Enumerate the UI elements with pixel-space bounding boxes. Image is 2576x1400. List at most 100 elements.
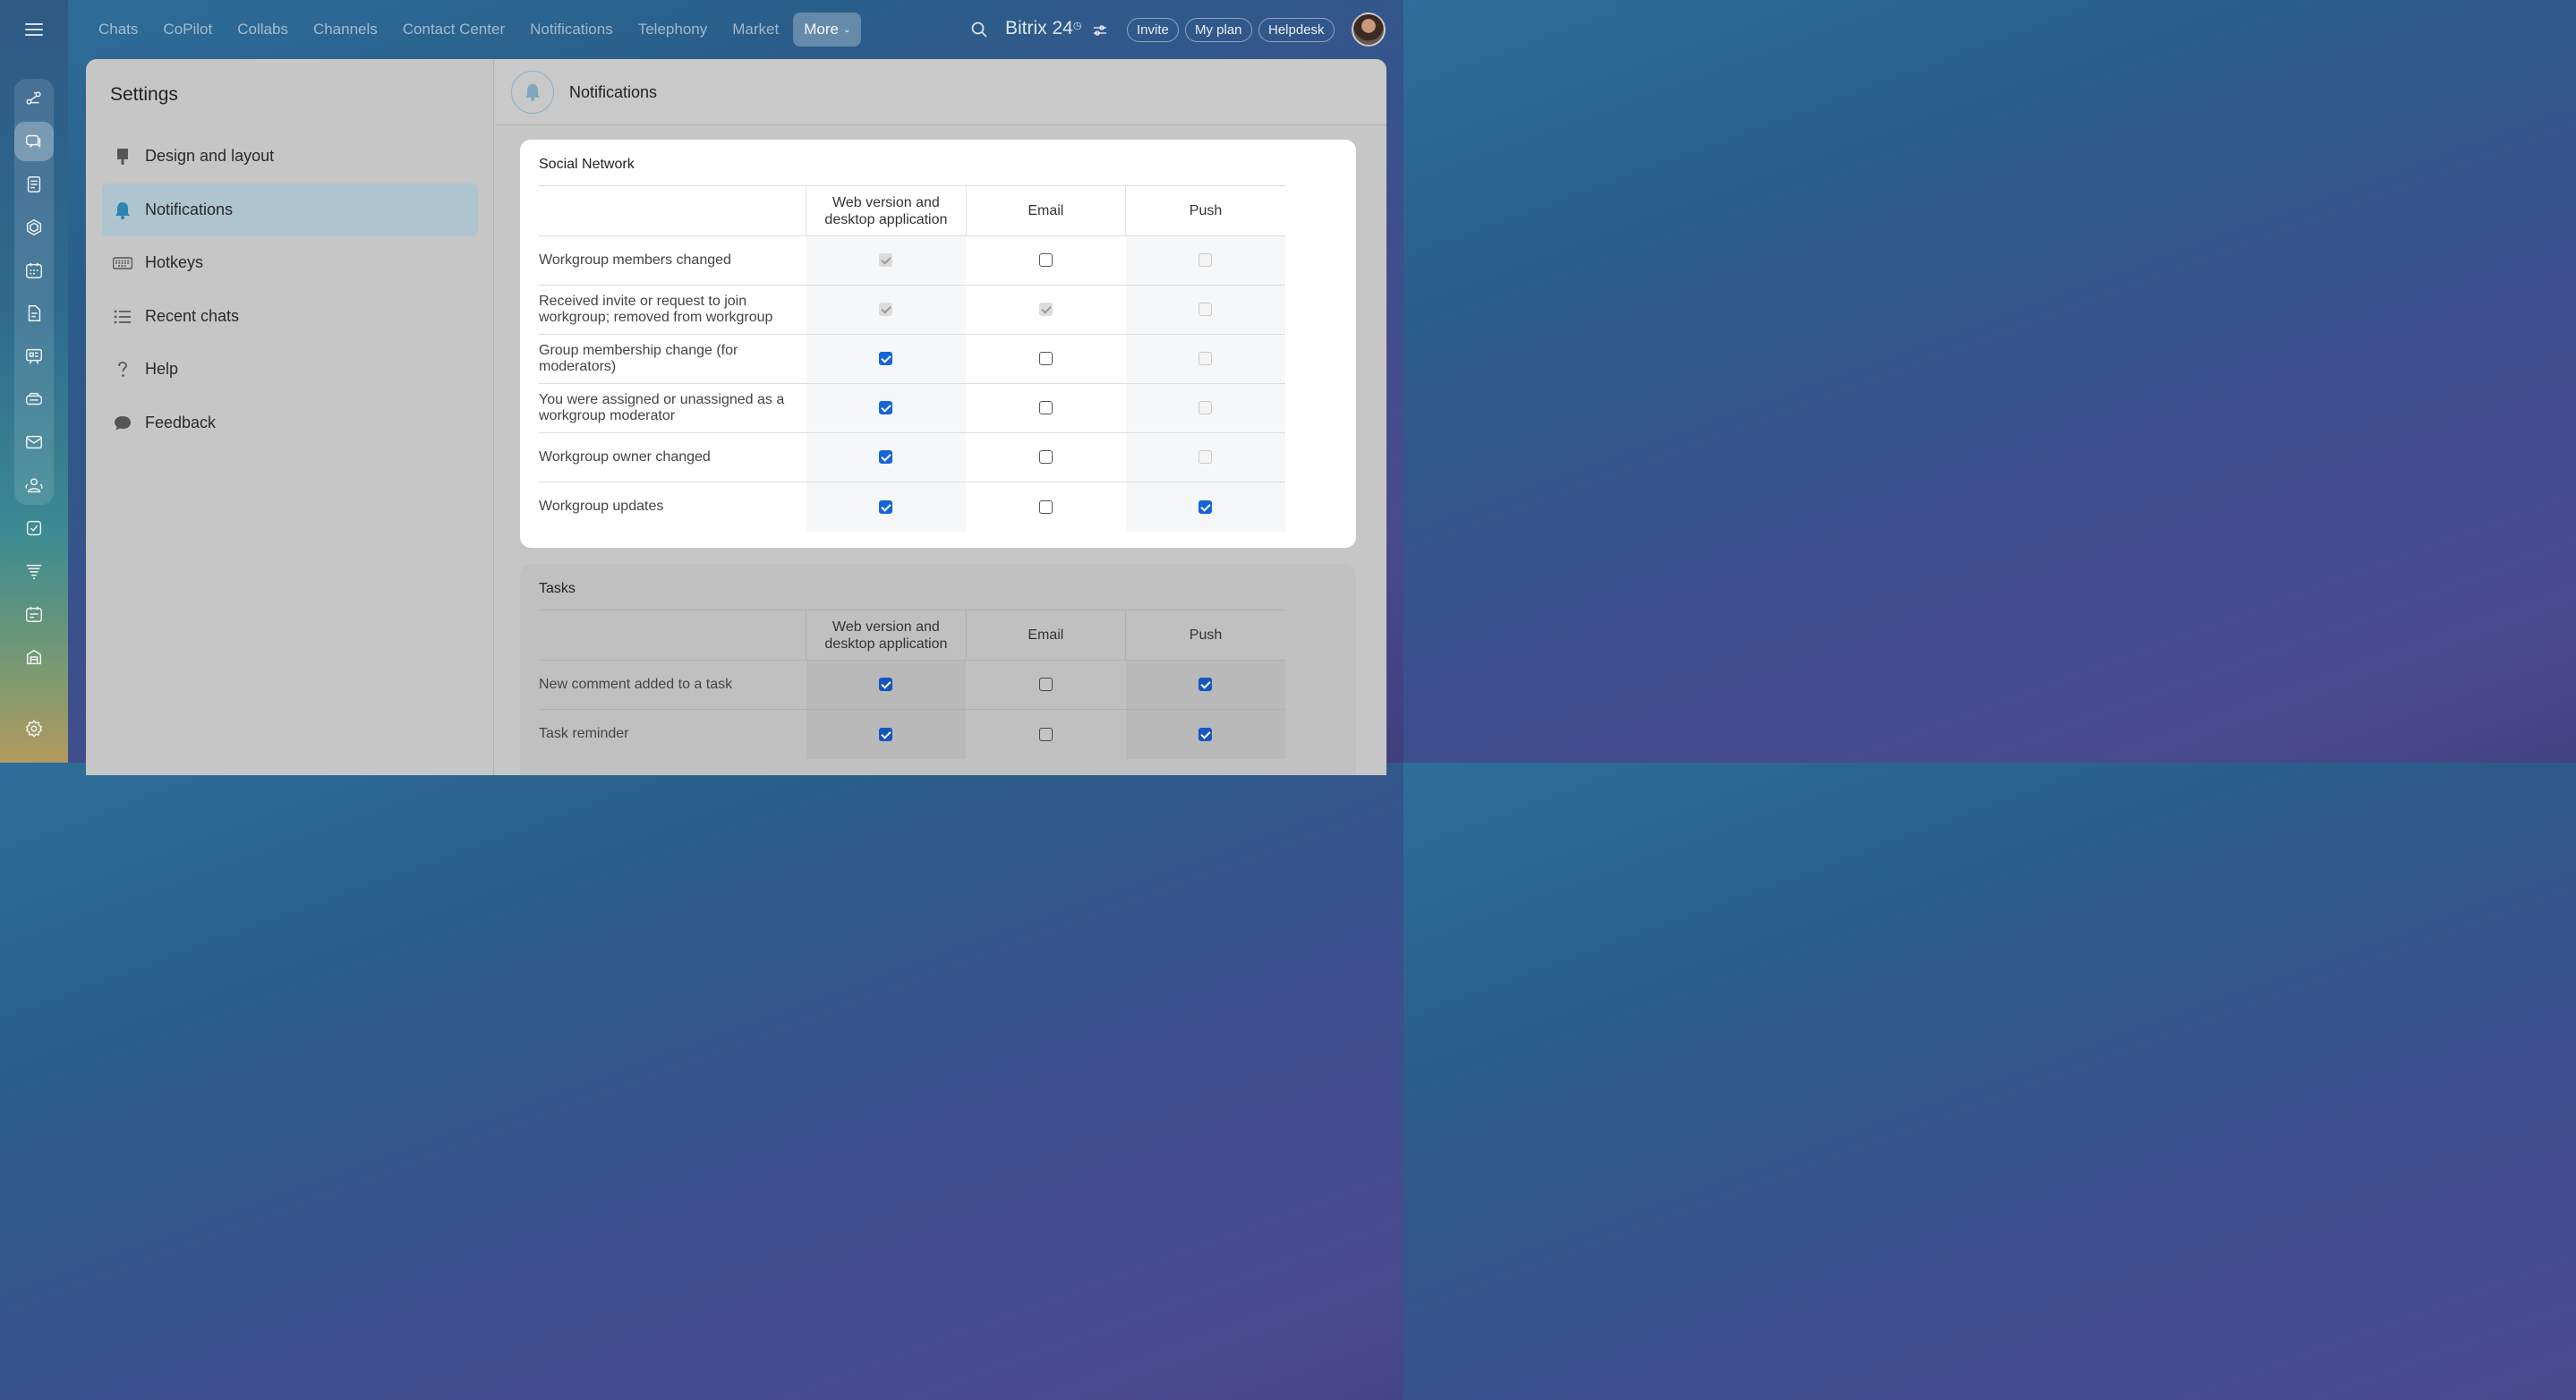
settings-sidebar: Settings Design and layout Notifications… xyxy=(86,59,494,775)
helpdesk-button[interactable]: Helpdesk xyxy=(1258,18,1335,42)
row-label: Group membership change (for moderators) xyxy=(539,334,806,384)
page-title: Notifications xyxy=(569,83,658,101)
web-checkbox[interactable] xyxy=(879,450,893,465)
tab-collabs[interactable]: Collabs xyxy=(225,13,301,47)
push-cell xyxy=(1125,709,1285,759)
sidebar-item-help[interactable]: Help xyxy=(102,343,478,396)
copilot-rail-icon[interactable] xyxy=(14,79,54,118)
crm-rail-icon[interactable] xyxy=(14,551,54,591)
brush-icon xyxy=(113,147,132,166)
sidebar-item-feedback[interactable]: Feedback xyxy=(102,397,478,449)
push-checkbox[interactable] xyxy=(1198,727,1213,741)
bell-icon xyxy=(113,201,132,220)
column-header-email: Email xyxy=(965,610,1126,661)
push-checkbox[interactable] xyxy=(1198,499,1213,514)
table-row: You were assigned or unassigned as a wor… xyxy=(539,383,1285,433)
my-plan-button[interactable]: My plan xyxy=(1185,18,1252,42)
column-header-push: Push xyxy=(1125,185,1285,236)
column-header-email: Email xyxy=(965,185,1126,236)
email-checkbox[interactable] xyxy=(1038,450,1053,465)
push-cell xyxy=(1125,383,1285,433)
email-checkbox[interactable] xyxy=(1038,352,1053,366)
question-icon xyxy=(113,360,132,380)
email-checkbox[interactable] xyxy=(1038,253,1053,268)
web-cell xyxy=(806,432,967,482)
documents-rail-icon[interactable] xyxy=(14,294,54,333)
web-cell xyxy=(806,285,967,335)
employees-rail-icon[interactable] xyxy=(14,465,54,505)
email-checkbox[interactable] xyxy=(1038,678,1053,692)
booking-rail-icon[interactable] xyxy=(14,594,54,634)
web-checkbox[interactable] xyxy=(879,727,893,741)
web-cell xyxy=(806,709,967,759)
table-row: Group membership change (for moderators) xyxy=(539,334,1285,384)
sliders-icon[interactable] xyxy=(1093,23,1107,38)
sidebar-item-notifications[interactable]: Notifications xyxy=(102,184,478,236)
push-cell xyxy=(1125,482,1285,532)
table-row: Received invite or request to join workg… xyxy=(539,285,1285,335)
hamburger-menu-icon[interactable] xyxy=(25,23,43,36)
inventory-rail-icon[interactable] xyxy=(14,637,54,677)
tasks-rail-icon[interactable] xyxy=(14,508,54,548)
tab-notifications[interactable]: Notifications xyxy=(517,13,626,47)
tab-copilot[interactable]: CoPilot xyxy=(150,13,225,47)
social-network-section: Social Network Web version and desktop a… xyxy=(520,140,1356,548)
chevron-down-icon: ⌄ xyxy=(842,24,851,35)
clock-icon: ◷ xyxy=(1072,21,1082,31)
more-menu-button[interactable]: More ⌄ xyxy=(793,13,862,47)
web-checkbox[interactable] xyxy=(879,352,893,366)
mail-rail-icon[interactable] xyxy=(14,423,54,462)
email-checkbox[interactable] xyxy=(1038,401,1053,415)
email-cell xyxy=(966,334,1126,384)
sidebar-item-label: Help xyxy=(145,360,179,378)
tab-channels[interactable]: Channels xyxy=(301,13,390,47)
brand-logo: Bitrix 24◷ xyxy=(1005,18,1081,39)
sidebar-item-hotkeys[interactable]: Hotkeys xyxy=(102,236,478,289)
email-checkbox[interactable] xyxy=(1038,499,1053,514)
sidebar-item-label: Recent chats xyxy=(145,307,240,325)
web-checkbox[interactable] xyxy=(879,499,893,514)
search-icon[interactable] xyxy=(970,21,988,38)
table-row: Workgroup members changed xyxy=(539,235,1285,286)
settings-gear-icon[interactable] xyxy=(14,709,54,748)
web-checkbox[interactable] xyxy=(879,678,893,692)
email-checkbox xyxy=(1038,303,1053,317)
email-checkbox[interactable] xyxy=(1038,727,1053,741)
tab-telephony[interactable]: Telephony xyxy=(626,13,721,47)
calendar-rail-icon[interactable] xyxy=(14,251,54,290)
notifications-main: Notifications Social Network Web version… xyxy=(495,59,1386,775)
invite-button[interactable]: Invite xyxy=(1127,18,1179,42)
bell-icon xyxy=(511,71,554,114)
user-avatar[interactable] xyxy=(1352,13,1386,47)
drive-rail-icon[interactable] xyxy=(14,380,54,419)
push-checkbox xyxy=(1198,253,1213,268)
tab-contact-center[interactable]: Contact Center xyxy=(390,13,517,47)
sidebar-item-label: Notifications xyxy=(145,201,234,218)
column-header-empty xyxy=(539,610,806,661)
sidebar-item-label: Feedback xyxy=(145,414,217,431)
column-header-web: Web version and desktop application xyxy=(806,185,967,236)
push-checkbox[interactable] xyxy=(1198,678,1213,692)
collabs-rail-icon[interactable] xyxy=(14,208,54,247)
sidebar-item-label: Design and layout xyxy=(145,147,275,165)
column-header-empty xyxy=(539,185,806,236)
chats-rail-icon[interactable] xyxy=(14,122,54,161)
email-cell xyxy=(966,432,1126,482)
row-label: Workgroup members changed xyxy=(539,235,806,286)
web-cell xyxy=(806,482,967,532)
row-label: Workgroup owner changed xyxy=(539,432,806,482)
sidebar-item-label: Hotkeys xyxy=(145,253,204,271)
boards-rail-icon[interactable] xyxy=(14,337,54,376)
push-checkbox xyxy=(1198,352,1213,366)
push-cell xyxy=(1125,334,1285,384)
tab-chats[interactable]: Chats xyxy=(86,13,150,47)
feed-rail-icon[interactable] xyxy=(14,165,54,204)
row-label: Workgroup updates xyxy=(539,482,806,532)
web-checkbox[interactable] xyxy=(879,401,893,415)
tab-market[interactable]: Market xyxy=(720,13,791,47)
sidebar-item-recent-chats[interactable]: Recent chats xyxy=(102,290,478,343)
web-cell xyxy=(806,334,967,384)
notifications-table: Web version and desktop application Emai… xyxy=(539,185,1285,532)
sidebar-item-design[interactable]: Design and layout xyxy=(102,130,478,183)
column-header-web: Web version and desktop application xyxy=(806,610,967,661)
